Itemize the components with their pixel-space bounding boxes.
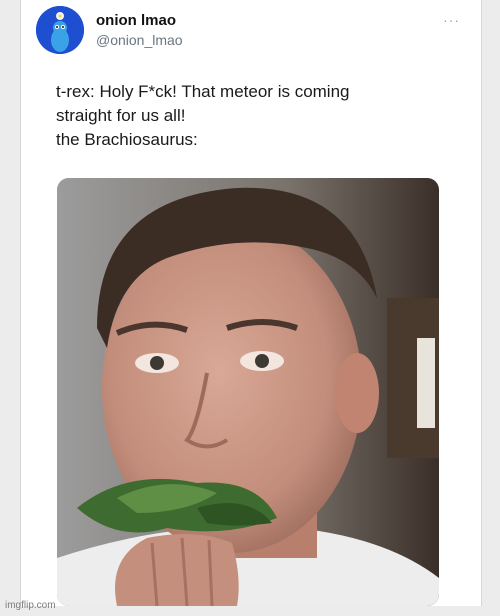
imgflip-watermark: imgflip.com [5, 600, 56, 611]
display-name[interactable]: onion lmao [96, 12, 183, 30]
tweet-text-line: the Brachiosaurus: [56, 130, 198, 149]
tweet-text-line: t-rex: Holy F*ck! That meteor is coming [56, 82, 350, 101]
tweet-header: onion lmao @onion_lmao ··· [36, 6, 460, 56]
tweet-author: onion lmao @onion_lmao [96, 12, 183, 50]
tweet-text-line: straight for us all! [56, 106, 186, 125]
tweet-text: t-rex: Holy F*ck! That meteor is coming … [56, 80, 456, 152]
more-options-icon[interactable]: ··· [443, 12, 460, 28]
avatar-icon [36, 6, 84, 54]
user-handle[interactable]: @onion_lmao [96, 30, 183, 50]
tweet-media-image[interactable] [57, 178, 439, 606]
profile-avatar[interactable] [36, 6, 84, 54]
photo-man-eating-leaves [57, 178, 439, 606]
